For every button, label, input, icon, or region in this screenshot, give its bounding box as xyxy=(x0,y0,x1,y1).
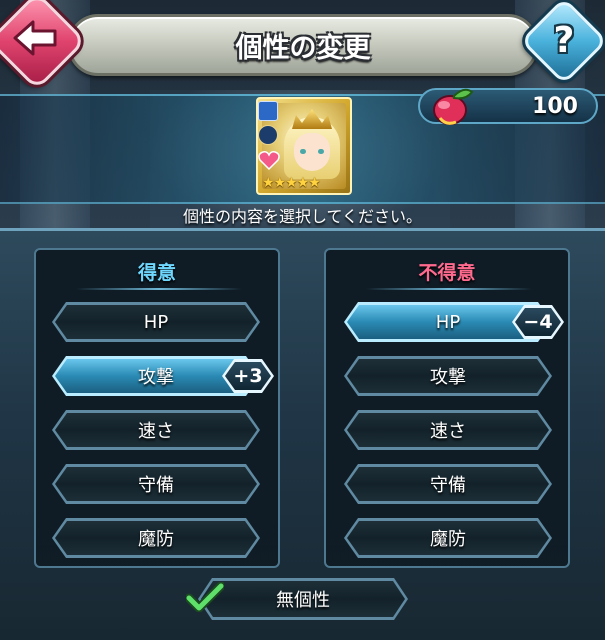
boon-hp-button[interactable]: HP xyxy=(52,302,260,342)
stat-label: 魔防 xyxy=(138,529,174,550)
stat-label: 魔防 xyxy=(430,529,466,550)
checkmark-icon xyxy=(186,582,224,612)
hero-portrait: ★★★★★ xyxy=(256,97,352,195)
boon-def-button[interactable]: 守備 xyxy=(52,464,260,504)
stat-label: 守備 xyxy=(430,475,466,496)
boon-res-button[interactable]: 魔防 xyxy=(52,518,260,558)
stat-label: HP xyxy=(143,311,169,333)
stat-label: HP xyxy=(435,311,461,333)
badge-value: +3 xyxy=(225,362,271,390)
bane-spd-button[interactable]: 速さ xyxy=(344,410,552,450)
divider xyxy=(76,288,242,290)
bane-def-button[interactable]: 守備 xyxy=(344,464,552,504)
stat-label: 速さ xyxy=(430,421,466,442)
rarity-stars: ★★★★★ xyxy=(262,175,321,191)
neutral-button[interactable]: 無個性 xyxy=(198,578,408,620)
infantry-icon xyxy=(258,125,278,145)
stat-label: 攻撃 xyxy=(430,367,466,388)
boon-spd-button[interactable]: 速さ xyxy=(52,410,260,450)
bane-atk-button[interactable]: 攻撃 xyxy=(344,356,552,396)
back-arrow-icon[interactable] xyxy=(11,18,59,58)
divider xyxy=(366,288,532,290)
title-bar: 個性の変更 xyxy=(68,14,538,76)
stat-label: 速さ xyxy=(138,421,174,442)
tiara-icon xyxy=(292,109,332,129)
badge-value: −4 xyxy=(515,308,561,336)
currency-value: 100 xyxy=(532,94,578,119)
stat-label: 攻撃 xyxy=(138,367,174,388)
sword-icon xyxy=(258,101,278,121)
hero-eye-right xyxy=(318,149,324,154)
bane-title: 不得意 xyxy=(418,262,476,284)
instruction-text: 個性の内容を選択してください。 xyxy=(182,207,423,226)
hero-eye-left xyxy=(300,149,306,154)
neutral-label: 無個性 xyxy=(276,590,330,611)
bane-res-button[interactable]: 魔防 xyxy=(344,518,552,558)
boon-title: 得意 xyxy=(137,262,176,284)
divine-fruit-icon xyxy=(433,88,474,125)
page-title: 個性の変更 xyxy=(235,32,371,64)
help-icon[interactable]: ? xyxy=(544,14,584,68)
heart-icon xyxy=(258,151,280,171)
stat-label: 守備 xyxy=(138,475,174,496)
